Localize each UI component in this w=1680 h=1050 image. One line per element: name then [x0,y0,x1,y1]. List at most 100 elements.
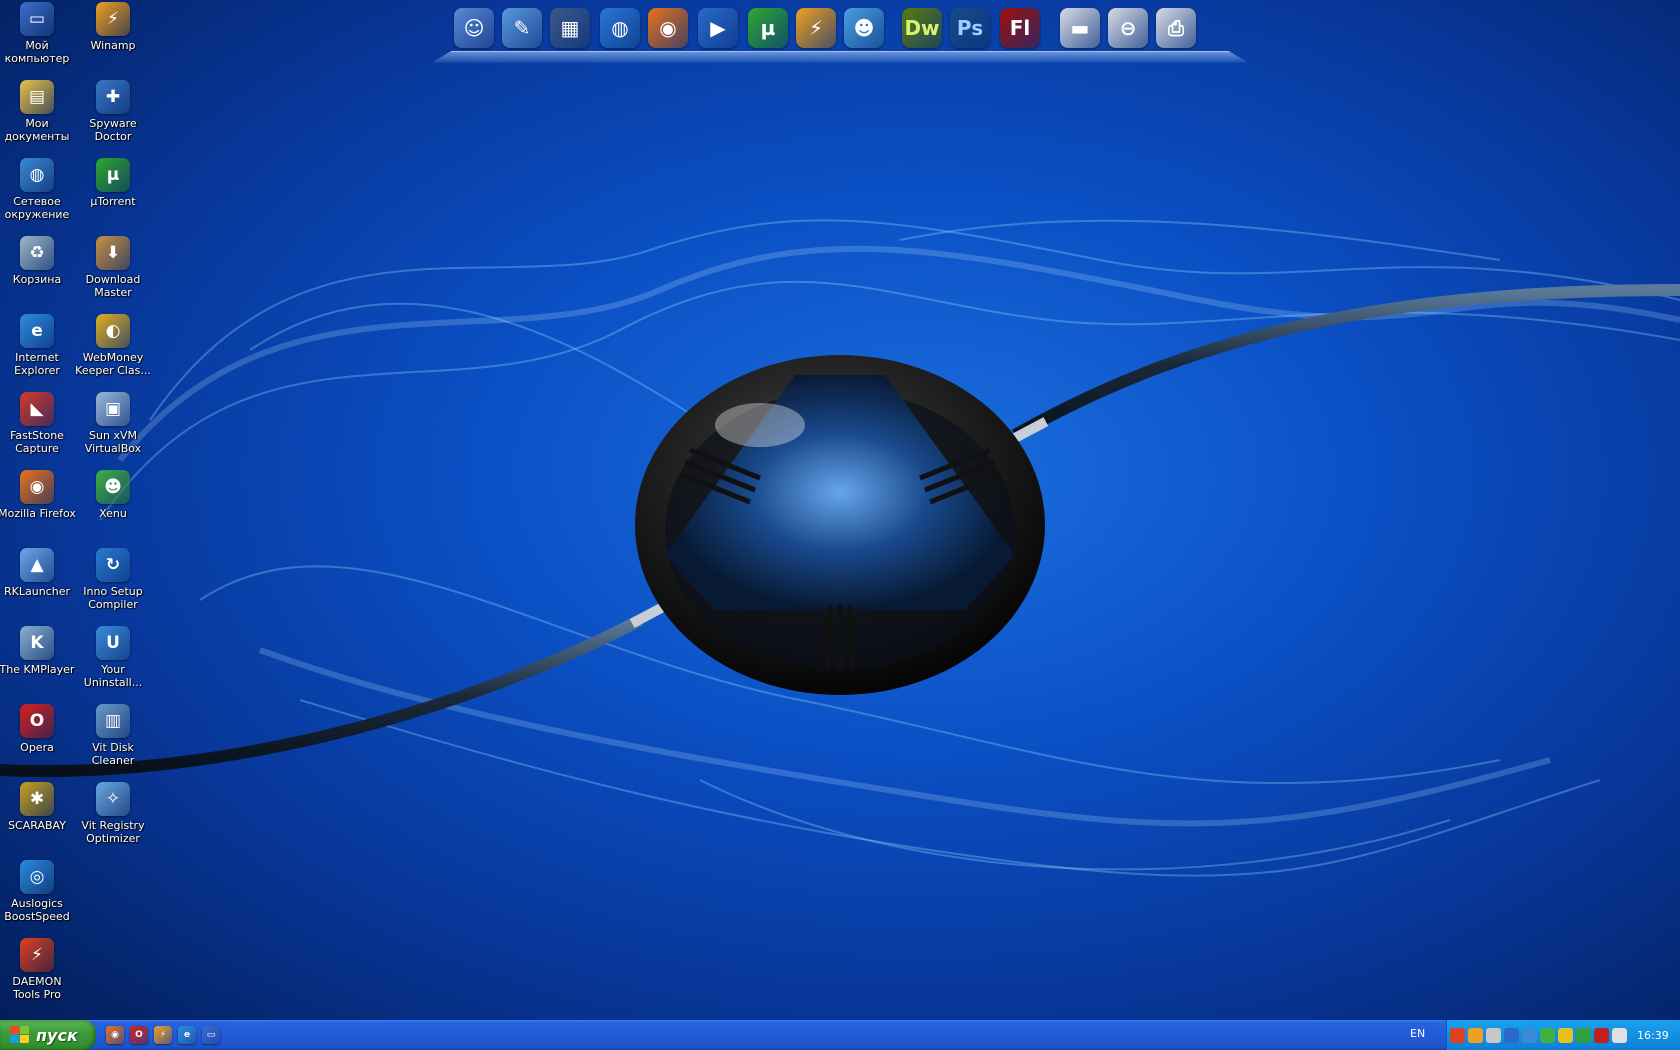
desktop-icon-label: Xenu [99,507,127,520]
tray-icon-4[interactable] [1504,1027,1519,1043]
dock-item-media-player[interactable]: ▶ [698,8,742,52]
desktop-icon-recycle-bin[interactable]: ♻ Корзина [0,236,75,286]
desktop-icon-utorrent[interactable]: µ µTorrent [75,158,151,208]
utorrent-icon: µ [748,8,788,48]
desktop-icon-inno-setup[interactable]: ↻ Inno Setup Compiler [75,548,151,611]
internet-explorer-icon: e [20,314,54,348]
your-uninstaller-icon: U [96,626,130,660]
desktop-icon-label: Spyware Doctor [89,117,137,143]
dock-item-utorrent[interactable]: µ [748,8,792,52]
desktop-icon-network[interactable]: ◍ Сетевое окружение [0,158,75,221]
desktop-icon-daemon-tools[interactable]: ⚡ DAEMON Tools Pro [0,938,75,1001]
dreamweaver-icon: Dw [902,8,942,48]
tray-icon-3[interactable] [1486,1027,1501,1043]
tray-icon-6[interactable] [1540,1027,1555,1043]
desktop-icon-winamp[interactable]: ⚡ Winamp [75,2,151,52]
desktop-icon-rklauncher[interactable]: ▲ RKLauncher [0,548,75,598]
daemon-tools-icon: ⚡ [20,938,54,972]
vit-disk-cleaner-icon: ▥ [96,704,130,738]
spyware-doctor-icon: ✚ [96,80,130,114]
download-master-icon: ⬇ [96,236,130,270]
desktop-icon-my-documents[interactable]: ▤ Мои документы [0,80,75,143]
desktop-icon-xenu[interactable]: ☻ Xenu [75,470,151,520]
desktop-icon-webmoney[interactable]: ◐ WebMoney Keeper Clas... [75,314,151,377]
dock-item-dreamweaver[interactable]: Dw [902,8,946,52]
desktop-icon-internet-explorer[interactable]: e Internet Explorer [0,314,75,377]
desktop-icon-label: DAEMON Tools Pro [12,975,62,1001]
kmplayer-icon: K [20,626,54,660]
globe-icon: ◍ [600,8,640,48]
my-documents-icon: ▤ [20,80,54,114]
webmoney-icon: ◐ [96,314,130,348]
quick-launch: ◉ O ⚡ e ▭ [106,1026,220,1044]
desktop-icon-scarabay[interactable]: ✱ SCARABAY [0,782,75,832]
start-label: пуск [36,1025,78,1045]
drive-removed-icon: ⊖ [1108,8,1148,48]
finder-icon: ☺ [454,8,494,48]
quick-launch-firefox-icon[interactable]: ◉ [106,1026,124,1044]
start-button[interactable]: пуск [0,1020,96,1050]
language-indicator[interactable]: EN [1410,1027,1425,1040]
dock-item-drive[interactable]: ▬ [1060,8,1104,52]
winamp-icon: ⚡ [96,2,130,36]
faststone-capture-icon: ◣ [20,392,54,426]
dock-item-dashboard[interactable]: ▦ [550,8,594,52]
tray-icon-10[interactable] [1612,1027,1627,1043]
desktop-icon-label: Sun xVM VirtualBox [84,429,142,455]
dock-item-firefox[interactable]: ◉ [648,8,692,52]
desktop-icon-your-uninstaller[interactable]: U Your Uninstall... [75,626,151,689]
my-computer-icon: ▭ [20,2,54,36]
dock-item-photoshop[interactable]: Ps [950,8,994,52]
tray-icon-7[interactable] [1558,1027,1573,1043]
desktop-icon-download-master[interactable]: ⬇ Download Master [75,236,151,299]
pencil-ruler-icon: ✎ [502,8,542,48]
vit-registry-icon: ✧ [96,782,130,816]
windows-flag-icon [10,1026,30,1044]
desktop-icon-my-computer[interactable]: ▭ Мой компьютер [0,2,75,65]
desktop-icon-label: µTorrent [90,195,136,208]
firefox-icon: ◉ [20,470,54,504]
desktop-icon-opera[interactable]: O Opera [0,704,75,754]
taskbar: пуск ◉ O ⚡ e ▭ EN 16:39 [0,1020,1680,1050]
boostspeed-icon: ◎ [20,860,54,894]
flash-text: Fl [1009,16,1031,40]
wallpaper [0,219,1680,877]
desktop-icon-label: Internet Explorer [14,351,60,377]
desktop-icon-firefox[interactable]: ◉ Mozilla Firefox [0,470,76,520]
dock-item-messenger[interactable]: ☻ [844,8,888,52]
desktop-icon-label: Сетевое окружение [4,195,70,221]
dock-item-finder[interactable]: ☺ [454,8,498,52]
tray-icon-1[interactable] [1450,1027,1465,1043]
desktop-icon-kmplayer[interactable]: K The KMPlayer [0,626,75,676]
desktop-icon-label: Auslogics BoostSpeed [4,897,70,923]
desktop-icon-spyware-doctor[interactable]: ✚ Spyware Doctor [75,80,151,143]
dock-item-drive-removed[interactable]: ⊖ [1108,8,1152,52]
desktop-icon-label: Your Uninstall... [83,663,143,689]
tray-icon-8[interactable] [1576,1027,1591,1043]
dock-item-globe[interactable]: ◍ [600,8,644,52]
clock[interactable]: 16:39 [1637,1029,1669,1042]
desktop-icon-virtualbox[interactable]: ▣ Sun xVM VirtualBox [75,392,151,455]
drive-icon: ▬ [1060,8,1100,48]
quick-launch-winamp-icon[interactable]: ⚡ [154,1026,172,1044]
desktop-icon-vit-registry[interactable]: ✧ Vit Registry Optimizer [75,782,151,845]
printer-drive-icon: ⎙ [1156,8,1196,48]
desktop-icon-vit-disk-cleaner[interactable]: ▥ Vit Disk Cleaner [75,704,151,767]
desktop-icon-label: Inno Setup Compiler [83,585,143,611]
dock-item-printer-drive[interactable]: ⎙ [1156,8,1200,52]
dock-item-flash[interactable]: Fl [1000,8,1044,52]
desktop-icon-faststone-capture[interactable]: ◣ FastStone Capture [0,392,75,455]
quick-launch-opera-icon[interactable]: O [130,1026,148,1044]
tray-icon-5[interactable] [1522,1027,1537,1043]
desktop-icon-boostspeed[interactable]: ◎ Auslogics BoostSpeed [0,860,75,923]
quick-launch-internet-explorer-icon[interactable]: e [178,1026,196,1044]
dock-item-winamp[interactable]: ⚡ [796,8,840,52]
tray-icon-2[interactable] [1468,1027,1483,1043]
dock-shelf [432,50,1248,63]
xenu-icon: ☻ [96,470,130,504]
quick-launch-desktop-icon[interactable]: ▭ [202,1026,220,1044]
dock-item-pencil-ruler[interactable]: ✎ [502,8,546,52]
dock: ☺ ✎ ▦ ◍ ◉ ▶ µ ⚡ ☻ Dw Ps Fl ▬ ⊖ ⎙ [432,4,1248,64]
media-player-icon: ▶ [698,8,738,48]
tray-icon-9[interactable] [1594,1027,1609,1043]
